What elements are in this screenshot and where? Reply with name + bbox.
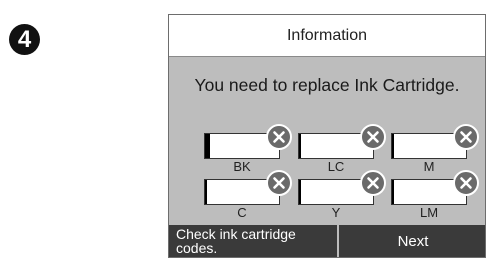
cartridge-label: Y bbox=[331, 205, 341, 220]
cartridge-c: C bbox=[204, 170, 294, 221]
replace-ink-message: You need to replace Ink Cartridge. bbox=[194, 75, 460, 95]
cartridge-m: M bbox=[391, 124, 481, 175]
cartridge-label: C bbox=[237, 205, 247, 220]
x-circle-icon bbox=[453, 124, 479, 150]
ink-level-bar bbox=[299, 180, 301, 204]
ink-level-bar bbox=[392, 180, 394, 204]
ink-level-bar bbox=[299, 134, 301, 158]
next-button[interactable]: Next bbox=[339, 225, 485, 257]
step-number-badge: 4 bbox=[9, 24, 40, 55]
cartridge-y: Y bbox=[298, 170, 388, 221]
check-ink-codes-button[interactable]: Check ink cartridge codes. bbox=[169, 225, 337, 257]
cartridge-bk: BK bbox=[204, 124, 294, 175]
ink-level-bar bbox=[205, 180, 207, 204]
cartridge-lm: LM bbox=[391, 170, 481, 221]
cartridge-lc: LC bbox=[298, 124, 388, 175]
printer-lcd-screen: Information You need to replace Ink Cart… bbox=[168, 14, 486, 258]
x-circle-icon bbox=[360, 124, 386, 150]
x-circle-icon bbox=[266, 124, 292, 150]
x-circle-icon bbox=[453, 170, 479, 196]
check-button-line-2: codes. bbox=[176, 240, 218, 256]
dialog-title: Information bbox=[169, 15, 485, 57]
ink-level-bar bbox=[392, 134, 394, 158]
check-button-line-1: Check ink cartridge bbox=[176, 226, 296, 242]
x-circle-icon bbox=[360, 170, 386, 196]
cartridge-label: LM bbox=[419, 205, 439, 220]
ink-level-bar bbox=[205, 134, 210, 158]
x-circle-icon bbox=[266, 170, 292, 196]
